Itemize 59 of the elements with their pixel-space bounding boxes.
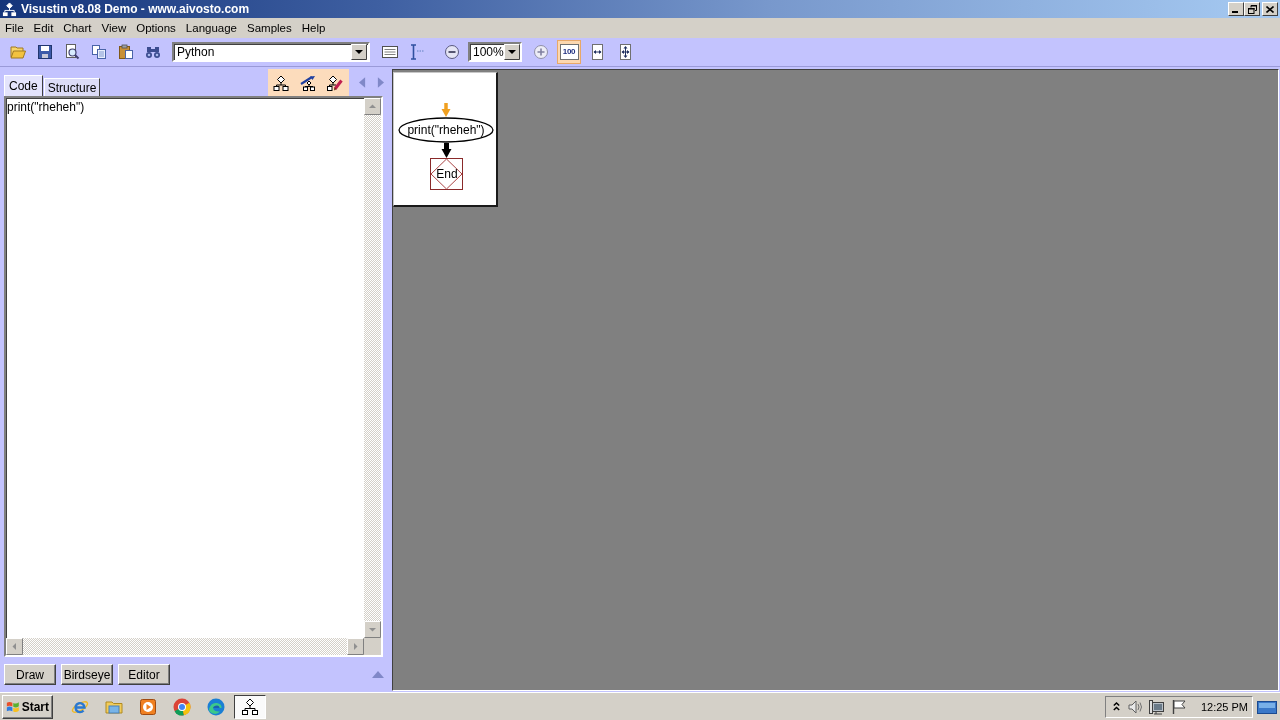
flowchart-icon[interactable] <box>273 74 289 91</box>
code-editor[interactable]: print("rheheh") <box>4 96 383 657</box>
tab[interactable]: Structure <box>43 78 101 96</box>
caret-icon <box>503 44 520 60</box>
computer-icon[interactable] <box>1148 698 1165 715</box>
page-magnifier-icon[interactable] <box>64 44 80 60</box>
copy-icon[interactable] <box>91 44 107 60</box>
double-chevron-icon[interactable] <box>1111 701 1121 712</box>
clipboard-icon[interactable] <box>118 44 134 60</box>
scroll-down-icon[interactable] <box>364 621 381 638</box>
zoom-mode-button[interactable]: 100 <box>557 40 581 64</box>
list-icon[interactable] <box>382 44 398 60</box>
scroll-left-icon[interactable] <box>6 638 23 655</box>
scroll-right-icon[interactable] <box>347 638 364 655</box>
flowchart-icon <box>2 1 17 17</box>
page-width-arrows-icon <box>589 44 605 60</box>
play-icon <box>139 697 157 716</box>
binoculars-icon[interactable] <box>145 44 161 60</box>
menu-item[interactable]: Options <box>131 20 181 36</box>
circle-logo-icon <box>173 697 191 716</box>
window-title: Visustin v8.08 Demo - www.aivosto.com <box>21 2 251 16</box>
page-four-arrows-icon <box>617 44 633 60</box>
wave-logo-icon <box>207 697 225 716</box>
menu-item[interactable]: Edit <box>28 20 59 36</box>
menu-item[interactable]: Help <box>296 20 331 36</box>
restore-button[interactable] <box>1244 2 1260 16</box>
entry-arrow <box>441 103 451 117</box>
menu-item[interactable]: Language <box>180 20 242 36</box>
panel-button[interactable]: Draw <box>4 664 56 685</box>
taskbar-app-button[interactable] <box>234 694 266 719</box>
zoom-dropdown[interactable]: 100% <box>468 42 522 62</box>
menu-item[interactable]: Samples <box>242 20 297 36</box>
panel-button[interactable]: Editor <box>118 664 170 685</box>
tab[interactable]: Code <box>4 75 43 96</box>
caret-icon <box>351 44 367 60</box>
close-button[interactable] <box>1262 2 1278 16</box>
speaker-icon[interactable] <box>1126 698 1143 715</box>
screen-icon[interactable] <box>1257 698 1277 715</box>
start-button[interactable]: Start <box>2 694 53 719</box>
close-icon <box>1266 5 1274 13</box>
minimize-button[interactable] <box>1228 2 1244 16</box>
menu-item[interactable]: File <box>0 20 29 36</box>
menu-item[interactable]: View <box>96 20 132 36</box>
minus-circle-icon[interactable] <box>444 44 460 60</box>
text-cursor-icon[interactable] <box>409 44 425 60</box>
menu-item[interactable]: Chart <box>58 20 97 36</box>
process-node: print("rheheh") <box>398 117 494 143</box>
panel-button[interactable]: Birdseye <box>61 664 113 685</box>
end-node: End <box>430 158 463 190</box>
scroll-up-icon[interactable] <box>364 98 381 115</box>
restore-icon <box>1247 4 1257 14</box>
flag-icon[interactable] <box>1170 698 1187 715</box>
scrollbar-corner <box>364 638 381 655</box>
flowchart-arrow-icon[interactable] <box>300 74 316 91</box>
code-line: print("rheheh") <box>7 100 85 115</box>
flowchart-icon <box>241 697 259 716</box>
language-dropdown[interactable]: Python <box>172 42 370 62</box>
flowchart-pencil-icon[interactable] <box>327 74 343 91</box>
clock-text[interactable]: 12:25 PM <box>1200 700 1248 713</box>
